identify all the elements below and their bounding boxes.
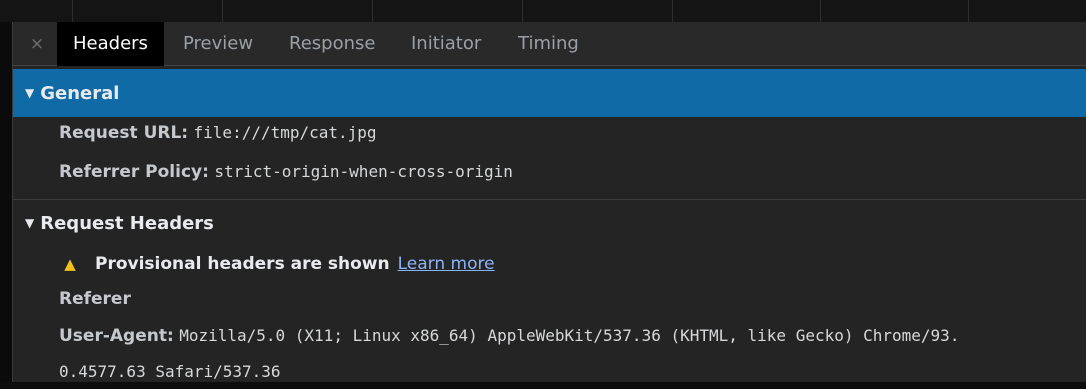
close-icon[interactable]: ×	[27, 32, 47, 56]
user-agent-value-continued[interactable]: 0.4577.63 Safari/537.36	[59, 362, 281, 381]
request-url-label: Request URL:	[59, 123, 189, 143]
referrer-policy-row: Referrer Policy: strict-origin-when-cros…	[59, 155, 513, 189]
tab-preview[interactable]: Preview	[183, 22, 253, 66]
tab-response[interactable]: Response	[289, 22, 375, 66]
column-divider[interactable]	[968, 0, 969, 22]
column-divider[interactable]	[522, 0, 523, 22]
referrer-policy-label: Referrer Policy:	[59, 162, 209, 182]
user-agent-value[interactable]: Mozilla/5.0 (X11; Linux x86_64) AppleWeb…	[179, 326, 959, 345]
request-url-value[interactable]: file:///tmp/cat.jpg	[194, 123, 377, 142]
network-table-header	[0, 0, 1086, 22]
learn-more-link[interactable]: Learn more	[398, 254, 495, 274]
user-agent-continuation-row: 0.4577.63 Safari/537.36	[59, 355, 281, 389]
tab-initiator[interactable]: Initiator	[411, 22, 481, 66]
request-headers-section-header[interactable]: ▼ Request Headers	[13, 199, 1086, 247]
column-divider[interactable]	[372, 0, 373, 22]
referer-label: Referer	[59, 289, 131, 309]
devtools-window: × Headers Preview Response Initiator Tim…	[0, 0, 1086, 382]
column-divider[interactable]	[222, 0, 223, 22]
triangle-down-icon: ▼	[25, 86, 35, 100]
general-section-header[interactable]: ▼ General	[13, 69, 1086, 117]
details-tabbar: × Headers Preview Response Initiator Tim…	[13, 22, 1086, 66]
referrer-policy-value[interactable]: strict-origin-when-cross-origin	[214, 162, 513, 181]
provisional-warning-row: ▲ Provisional headers are shown Learn more	[59, 247, 495, 281]
column-divider[interactable]	[820, 0, 821, 22]
request-url-row: Request URL: file:///tmp/cat.jpg	[59, 116, 377, 150]
provisional-warning-text: Provisional headers are shown	[95, 254, 390, 274]
warning-icon: ▲	[64, 255, 76, 273]
user-agent-row: User-Agent: Mozilla/5.0 (X11; Linux x86_…	[59, 319, 959, 353]
referer-row: Referer	[59, 282, 131, 316]
general-section-title: General	[40, 83, 120, 104]
user-agent-label: User-Agent:	[59, 326, 174, 346]
tab-timing[interactable]: Timing	[518, 22, 579, 66]
triangle-down-icon: ▼	[25, 216, 35, 230]
request-details-panel: × Headers Preview Response Initiator Tim…	[12, 22, 1086, 382]
column-divider[interactable]	[72, 0, 73, 22]
column-divider[interactable]	[672, 0, 673, 22]
tab-headers[interactable]: Headers	[57, 22, 164, 66]
request-headers-section-title: Request Headers	[40, 213, 214, 234]
